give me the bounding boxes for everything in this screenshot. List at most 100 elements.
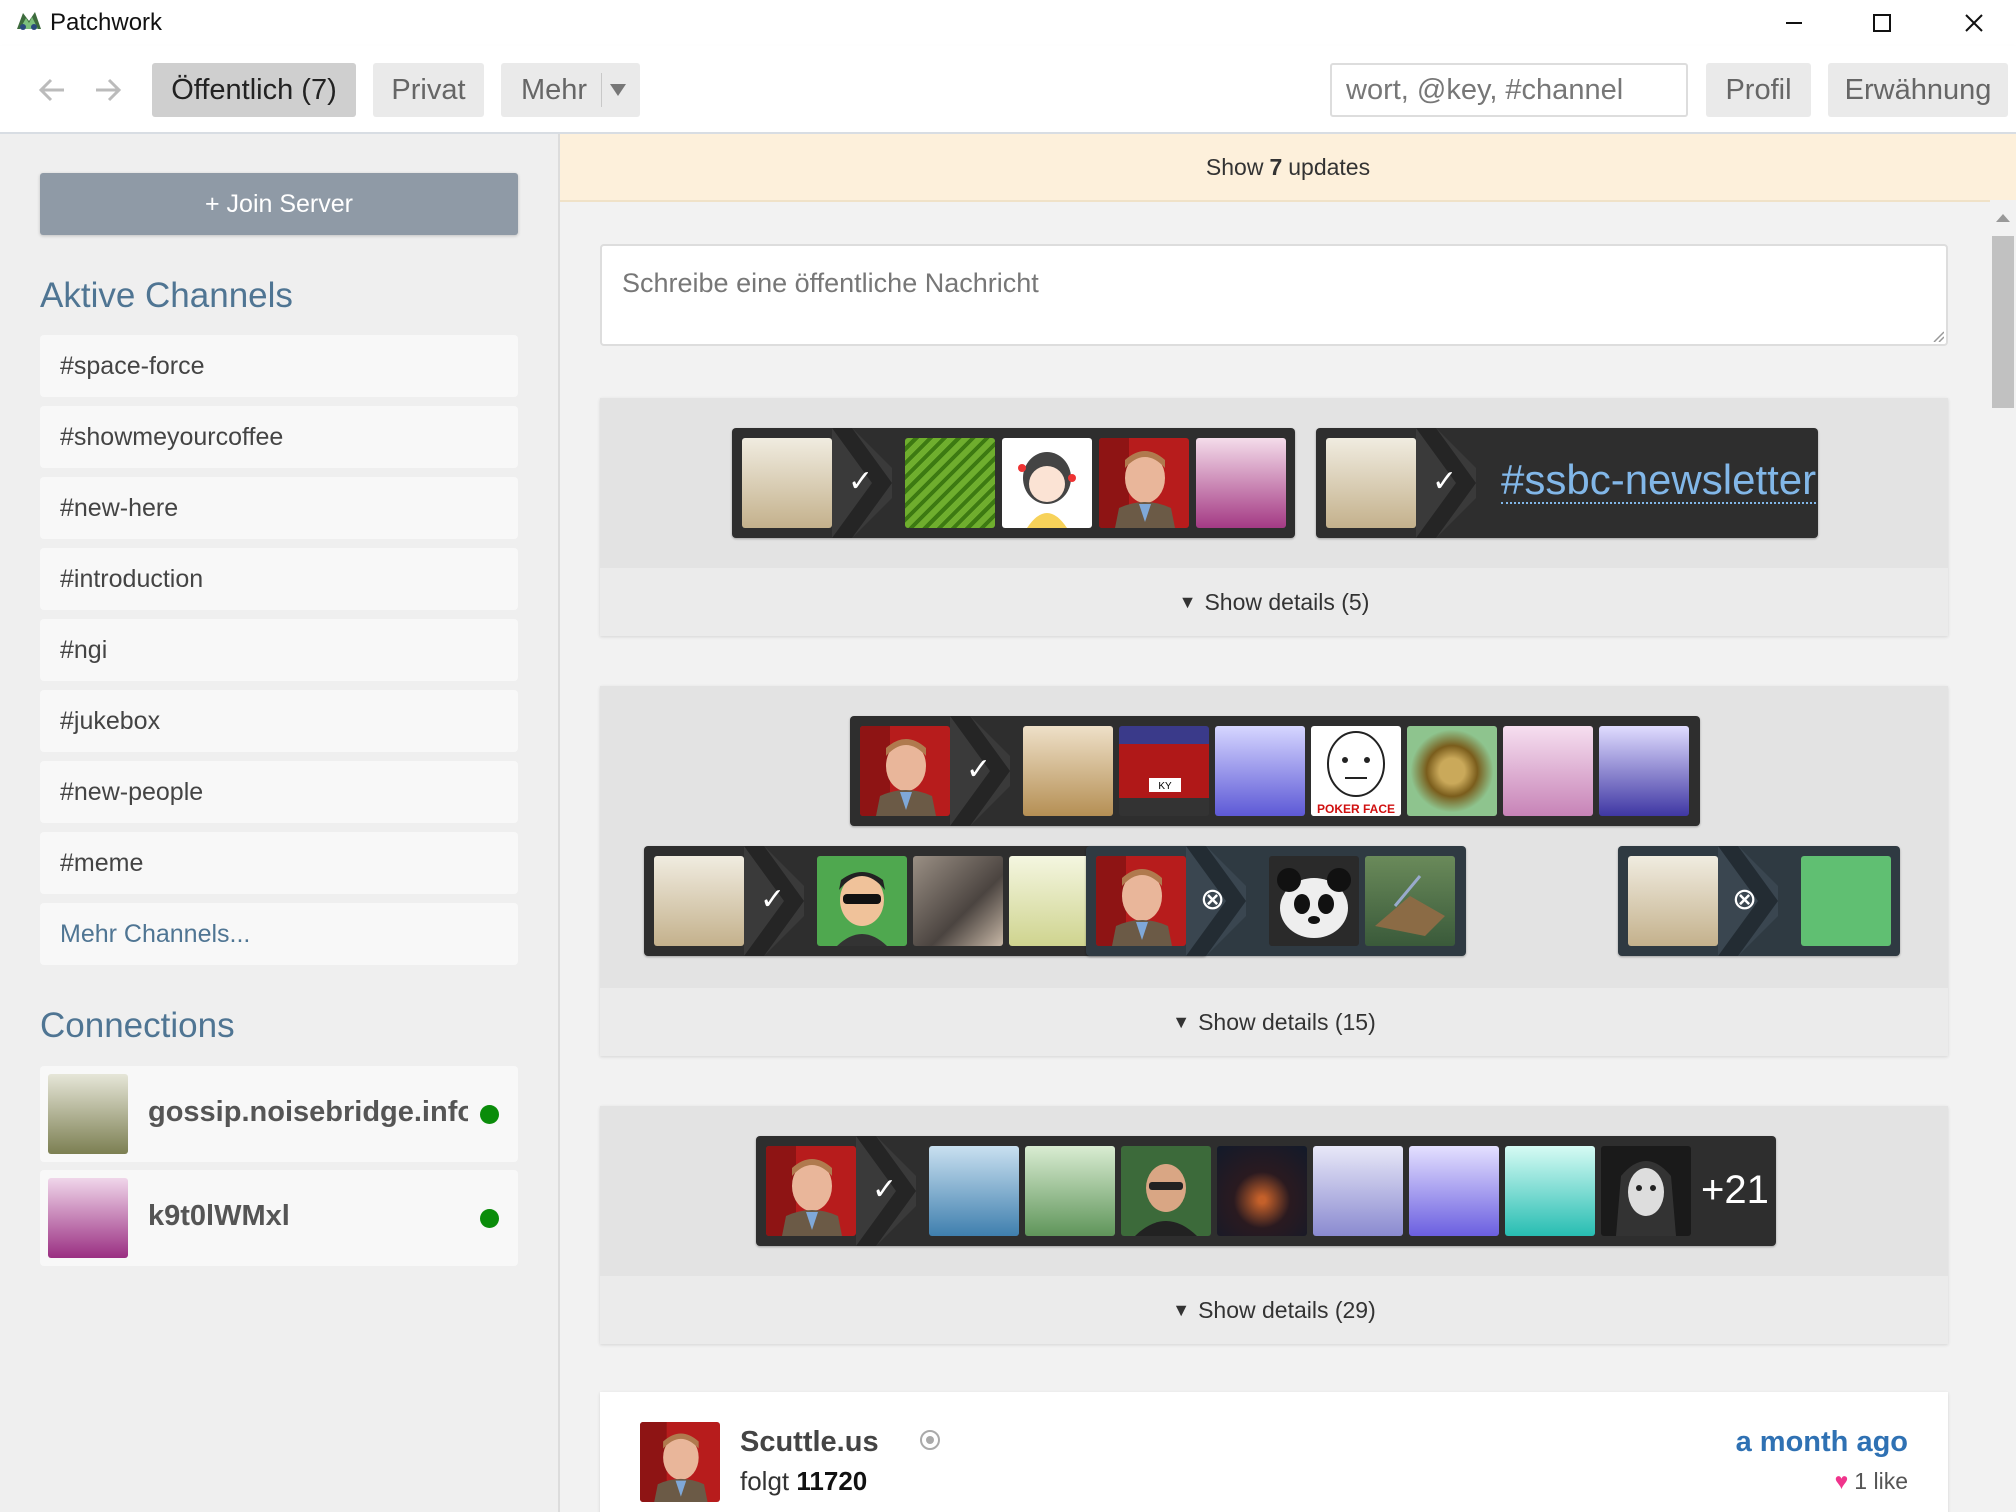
avatar[interactable]: [1407, 726, 1497, 816]
channels-heading: Aktive Channels: [40, 276, 293, 315]
avatar[interactable]: [1196, 438, 1286, 528]
show-details-label: Show details (29): [1198, 1296, 1376, 1323]
mentions-button[interactable]: Erwähnung: [1828, 63, 2008, 117]
avatar[interactable]: [1099, 438, 1189, 528]
maximize-icon: [1873, 14, 1891, 32]
compose-public-message[interactable]: [600, 244, 1948, 346]
channel-subscribe-strip: ✓ #ssbc-newsletter: [1316, 428, 1818, 538]
avatar[interactable]: [929, 1146, 1019, 1236]
arrow-right-icon: [96, 78, 122, 102]
follow-strip: ✓ +21: [756, 1136, 1776, 1246]
channel-item[interactable]: #ngi: [40, 619, 518, 681]
sidebar: + Join Server Aktive Channels #space-for…: [0, 134, 560, 1512]
feed-post: Scuttle.us folgt 11720 a month ago ♥ 1 li…: [600, 1392, 1948, 1512]
show-details-toggle[interactable]: ▼ Show details (15): [600, 988, 1948, 1056]
avatar[interactable]: KY: [1119, 726, 1209, 816]
avatar[interactable]: [1121, 1146, 1211, 1236]
caret-down-icon: ▼: [1178, 591, 1197, 612]
show-details-toggle[interactable]: ▼ Show details (5): [600, 568, 1948, 636]
channel-item[interactable]: #space-force: [40, 335, 518, 397]
more-count-badge[interactable]: +21: [1701, 1168, 1769, 1213]
avatar[interactable]: [1025, 1146, 1115, 1236]
join-server-button[interactable]: + Join Server: [40, 173, 518, 235]
avatar[interactable]: [1217, 1146, 1307, 1236]
verified-badge-icon: [920, 1430, 940, 1450]
post-timestamp[interactable]: a month ago: [1736, 1426, 1908, 1459]
post-likes[interactable]: ♥ 1 like: [1835, 1468, 1908, 1495]
connection-item[interactable]: gossip.noisebridge.info: [40, 1066, 518, 1162]
scroll-up-icon[interactable]: [1996, 214, 2010, 222]
avatar[interactable]: [1601, 1146, 1691, 1236]
caret-down-icon: ▼: [1172, 1299, 1191, 1320]
channel-item[interactable]: #introduction: [40, 548, 518, 610]
avatar[interactable]: [817, 856, 907, 946]
updates-suffix: updates: [1288, 153, 1371, 180]
connections-heading: Connections: [40, 1006, 235, 1045]
profile-button[interactable]: Profil: [1706, 63, 1811, 117]
follows-count[interactable]: 11720: [796, 1466, 867, 1496]
show-updates-banner[interactable]: Show 7 updates: [560, 134, 2016, 202]
window-title: Patchwork: [50, 9, 163, 36]
avatar[interactable]: [860, 726, 950, 816]
updates-prefix: Show: [1205, 153, 1264, 180]
avatar[interactable]: [1269, 856, 1359, 946]
channel-item[interactable]: #meme: [40, 832, 518, 894]
tab-more-dropdown[interactable]: Mehr: [501, 63, 640, 117]
channel-item[interactable]: #new-people: [40, 761, 518, 823]
avatar[interactable]: [905, 438, 995, 528]
check-icon: ✓: [1432, 465, 1458, 498]
avatar[interactable]: [1023, 726, 1113, 816]
channel-item[interactable]: #jukebox: [40, 690, 518, 752]
avatar[interactable]: POKER FACE: [1311, 726, 1401, 816]
connection-name: k9t0lWMxl: [148, 1200, 290, 1232]
avatar[interactable]: [1096, 856, 1186, 946]
tab-private[interactable]: Privat: [373, 63, 484, 117]
post-follows: folgt 11720: [740, 1466, 867, 1497]
feed-card: ✓ +21 ▼ Show details (29): [600, 1106, 1948, 1344]
check-icon: ✓: [848, 465, 874, 498]
check-icon: ✓: [872, 1173, 898, 1206]
resize-grip-icon[interactable]: [1932, 330, 1944, 342]
title-bar: Patchwork: [0, 0, 2016, 46]
block-icon: ⊗: [1200, 883, 1226, 916]
show-details-toggle[interactable]: ▼ Show details (29): [600, 1276, 1948, 1344]
avatar[interactable]: [1801, 856, 1891, 946]
back-button[interactable]: [32, 70, 72, 110]
dropdown-divider: [601, 73, 603, 107]
avatar[interactable]: [1628, 856, 1718, 946]
avatar[interactable]: [1503, 726, 1593, 816]
caret-down-icon: ▼: [1172, 1011, 1191, 1032]
avatar[interactable]: [1002, 438, 1092, 528]
patchwork-logo-icon: [17, 12, 41, 30]
avatar[interactable]: [654, 856, 744, 946]
avatar[interactable]: [913, 856, 1003, 946]
maximize-button[interactable]: [1836, 0, 1928, 46]
channel-item[interactable]: #showmeyourcoffee: [40, 406, 518, 468]
avatar[interactable]: [640, 1422, 720, 1502]
search-input[interactable]: [1330, 63, 1688, 117]
scrollbar-thumb[interactable]: [1992, 236, 2014, 408]
channel-tag-link[interactable]: #ssbc-newsletter: [1501, 458, 1817, 504]
avatar[interactable]: [1365, 856, 1455, 946]
avatar[interactable]: [1313, 1146, 1403, 1236]
check-icon: ✓: [760, 883, 786, 916]
avatar[interactable]: [1326, 438, 1416, 528]
connection-item[interactable]: k9t0lWMxl: [40, 1170, 518, 1266]
avatar[interactable]: [1505, 1146, 1595, 1236]
tab-public[interactable]: Öffentlich (7): [152, 63, 356, 117]
avatar[interactable]: [742, 438, 832, 528]
channel-item[interactable]: #new-here: [40, 477, 518, 539]
avatar[interactable]: [1215, 726, 1305, 816]
avatar[interactable]: [766, 1146, 856, 1236]
tab-more-label: Mehr: [521, 73, 588, 106]
check-icon: ✓: [966, 753, 992, 786]
show-details-label: Show details (5): [1204, 588, 1370, 615]
forward-button[interactable]: [88, 70, 128, 110]
avatar[interactable]: [1599, 726, 1689, 816]
minimize-button[interactable]: [1748, 0, 1840, 46]
avatar[interactable]: [1409, 1146, 1499, 1236]
avatar: [48, 1178, 128, 1258]
post-author[interactable]: Scuttle.us: [740, 1426, 879, 1459]
more-channels-link[interactable]: Mehr Channels...: [40, 903, 518, 965]
close-button[interactable]: [1928, 0, 2016, 46]
